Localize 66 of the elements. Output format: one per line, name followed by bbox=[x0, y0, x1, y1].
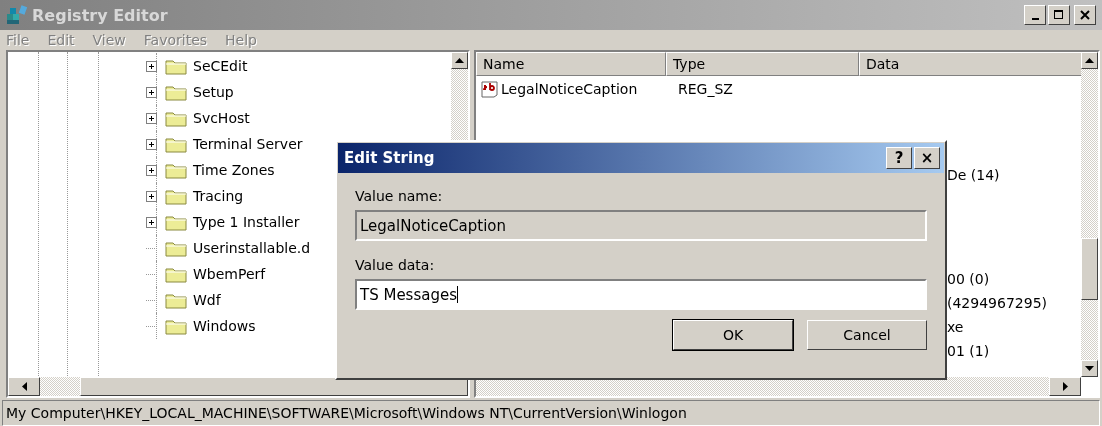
column-header[interactable]: Type bbox=[666, 52, 859, 76]
close-button[interactable]: × bbox=[914, 147, 940, 169]
tree-item[interactable]: Setup bbox=[193, 84, 234, 100]
folder-icon bbox=[165, 317, 187, 335]
up-arrow-icon bbox=[1085, 58, 1094, 63]
string-value-icon bbox=[480, 79, 500, 99]
folder-icon bbox=[165, 109, 187, 127]
up-arrow-icon bbox=[455, 58, 464, 63]
value-data: 01 (1) bbox=[947, 343, 990, 359]
registry-path: My Computer\HKEY_LOCAL_MACHINE\SOFTWARE\Microsoft\Windows NT\CurrentVersion\Winlogon bbox=[6, 405, 687, 421]
close-button[interactable] bbox=[1074, 5, 1096, 25]
folder-icon bbox=[165, 213, 187, 231]
cubes-icon bbox=[6, 5, 28, 25]
minimize-icon bbox=[1031, 17, 1039, 20]
dialog-button[interactable]: Cancel bbox=[807, 320, 927, 350]
tree-item[interactable]: Wdf bbox=[193, 292, 221, 308]
value-name[interactable]: LegalNoticeCaption bbox=[501, 81, 638, 97]
down-arrow-icon bbox=[1085, 366, 1094, 371]
dialog-button[interactable]: OK bbox=[673, 320, 793, 350]
expand-icon[interactable] bbox=[146, 112, 157, 124]
tree-item[interactable]: Type 1 Installer bbox=[193, 214, 300, 230]
tree-item[interactable]: Time Zones bbox=[193, 162, 275, 178]
value-data: 00 (0) bbox=[947, 271, 990, 287]
tree-item[interactable]: Terminal Server bbox=[193, 136, 303, 152]
expand-icon[interactable] bbox=[146, 190, 157, 202]
expand-icon[interactable] bbox=[146, 138, 157, 150]
close-icon bbox=[1080, 10, 1090, 20]
expand-icon[interactable] bbox=[146, 60, 157, 72]
folder-icon bbox=[165, 135, 187, 153]
field-label: Value name: bbox=[355, 188, 443, 204]
tree-item[interactable]: Windows bbox=[193, 318, 256, 334]
vertical-scrollbar[interactable] bbox=[1081, 52, 1098, 377]
field-label: Value data: bbox=[355, 257, 435, 273]
column-header[interactable]: Name bbox=[476, 52, 666, 76]
folder-icon bbox=[165, 239, 187, 257]
tree-item[interactable]: WbemPerf bbox=[193, 266, 266, 282]
tree-item[interactable]: Userinstallable.d bbox=[193, 240, 311, 256]
value-name-field[interactable]: LegalNoticeCaption bbox=[355, 210, 927, 241]
value-data: (4294967295) bbox=[947, 295, 1047, 311]
value-data-field[interactable]: TS Messages bbox=[355, 279, 927, 310]
column-header[interactable]: Data bbox=[859, 52, 1084, 76]
expand-icon[interactable] bbox=[146, 164, 157, 176]
tree-item[interactable]: Tracing bbox=[193, 188, 244, 204]
folder-icon bbox=[165, 265, 187, 283]
tree-item[interactable]: SeCEdit bbox=[193, 58, 248, 74]
expand-icon[interactable] bbox=[146, 86, 157, 98]
value-data: xe bbox=[947, 319, 964, 335]
folder-icon bbox=[165, 57, 187, 75]
minimize-button[interactable] bbox=[1024, 5, 1046, 25]
scroll-thumb[interactable] bbox=[1081, 238, 1098, 300]
horizontal-scrollbar[interactable] bbox=[8, 377, 468, 396]
maximize-icon bbox=[1054, 10, 1064, 20]
dialog-title: Edit String bbox=[344, 149, 435, 167]
folder-icon bbox=[165, 187, 187, 205]
value-type: REG_SZ bbox=[678, 81, 733, 97]
folder-icon bbox=[165, 161, 187, 179]
window-title: Registry Editor bbox=[32, 5, 168, 25]
right-arrow-icon bbox=[1062, 382, 1068, 391]
left-arrow-icon bbox=[21, 382, 27, 391]
folder-icon bbox=[165, 291, 187, 309]
maximize-button[interactable] bbox=[1048, 5, 1070, 25]
folder-icon bbox=[165, 83, 187, 101]
help-button[interactable]: ? bbox=[886, 147, 912, 169]
value-data: De (14) bbox=[947, 167, 1000, 183]
expand-icon[interactable] bbox=[146, 216, 157, 228]
tree-item[interactable]: SvcHost bbox=[193, 110, 250, 126]
